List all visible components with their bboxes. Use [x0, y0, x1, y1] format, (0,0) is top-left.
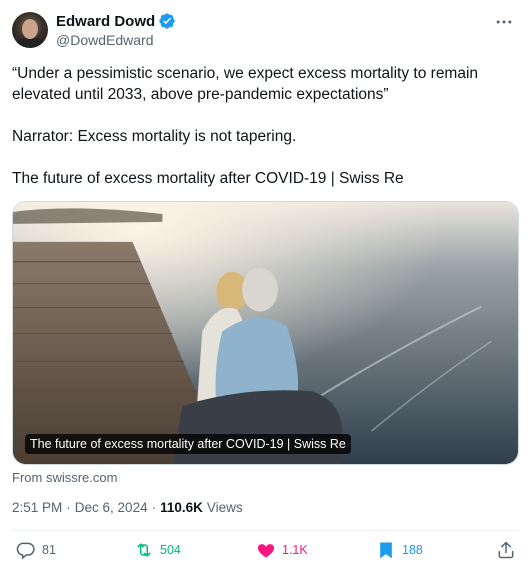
card-image	[13, 202, 518, 464]
tweet-meta: 2:51 PM · Dec 6, 2024 · 110.6K Views	[12, 500, 243, 515]
reply-icon	[16, 542, 35, 560]
share-icon	[498, 541, 514, 559]
reply-count: 81	[42, 543, 56, 557]
tweet-date[interactable]: Dec 6, 2024	[75, 500, 148, 515]
tweet-paragraph: Narrator: Excess mortality is not taperi…	[12, 128, 297, 145]
bookmark-count: 188	[402, 543, 423, 557]
action-bar: 81 504 1.1K 188	[0, 540, 530, 564]
author-handle[interactable]: @DowdEdward	[56, 32, 153, 48]
meta-separator: ·	[66, 500, 71, 515]
divider	[12, 530, 518, 531]
retweet-button[interactable]: 504	[134, 540, 181, 560]
tweet: Edward Dowd @DowdEdward “Under a pessimi…	[0, 0, 530, 572]
heart-icon	[257, 544, 275, 558]
views-count: 110.6K	[160, 500, 203, 515]
reply-button[interactable]: 81	[16, 540, 56, 560]
display-name[interactable]: Edward Dowd	[56, 13, 155, 30]
author-name-row: Edward Dowd	[56, 12, 176, 30]
tweet-text: “Under a pessimistic scenario, we expect…	[12, 63, 512, 189]
bookmark-icon	[380, 542, 392, 559]
card-caption: The future of excess mortality after COV…	[25, 434, 351, 454]
avatar[interactable]	[12, 12, 48, 48]
share-button[interactable]	[496, 540, 516, 560]
bookmark-button[interactable]: 188	[376, 540, 423, 560]
retweet-count: 504	[160, 543, 181, 557]
card-source[interactable]: From swissre.com	[12, 470, 117, 485]
tweet-paragraph: The future of excess mortality after COV…	[12, 170, 404, 187]
like-count: 1.1K	[282, 543, 308, 557]
meta-separator: ·	[151, 500, 157, 515]
link-card[interactable]: The future of excess mortality after COV…	[12, 201, 519, 465]
views-label: Views	[206, 500, 243, 515]
like-button[interactable]: 1.1K	[256, 540, 308, 560]
verified-badge-icon[interactable]	[158, 12, 176, 30]
tweet-time[interactable]: 2:51 PM	[12, 500, 62, 515]
retweet-icon	[137, 543, 151, 557]
more-dots-icon[interactable]	[492, 12, 516, 32]
tweet-paragraph: “Under a pessimistic scenario, we expect…	[12, 65, 483, 103]
